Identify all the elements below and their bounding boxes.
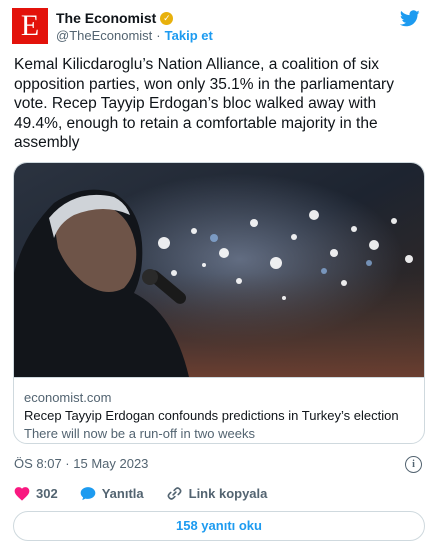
link-card-info: economist.com Recep Tayyip Erdogan confo… bbox=[14, 377, 424, 443]
link-card-title: Recep Tayyip Erdogan confounds predictio… bbox=[24, 408, 399, 423]
author-name-row: The Economist ✓ bbox=[56, 10, 174, 26]
copy-link-button[interactable]: Link kopyala bbox=[166, 486, 268, 501]
like-count: 302 bbox=[36, 486, 58, 501]
author-handle[interactable]: @TheEconomist bbox=[56, 28, 152, 43]
info-icon[interactable]: i bbox=[405, 456, 422, 473]
twitter-bird-icon[interactable] bbox=[400, 10, 420, 27]
tweet-text: Kemal Kilicdaroglu’s Nation Alliance, a … bbox=[14, 56, 394, 151]
reply-button[interactable]: Yanıtla bbox=[80, 486, 144, 501]
read-replies-button[interactable]: 158 yanıtı oku bbox=[13, 511, 425, 541]
separator: · bbox=[156, 28, 161, 43]
link-card-domain: economist.com bbox=[24, 390, 112, 405]
author-handle-row: @TheEconomist · Takip et bbox=[56, 28, 213, 43]
verified-badge-icon: ✓ bbox=[160, 11, 174, 25]
link-card-description: There will now be a run-off in two weeks bbox=[24, 426, 255, 441]
follow-button[interactable]: Takip et bbox=[165, 28, 213, 43]
reply-label: Yanıtla bbox=[101, 486, 144, 501]
link-card[interactable]: economist.com Recep Tayyip Erdogan confo… bbox=[13, 162, 425, 444]
article-photo bbox=[14, 163, 424, 377]
heart-icon bbox=[14, 487, 30, 501]
economist-logo[interactable]: E bbox=[12, 8, 48, 44]
reply-icon bbox=[80, 487, 96, 501]
tweet-actions: 302 Yanıtla Link kopyala bbox=[14, 486, 289, 501]
like-button[interactable]: 302 bbox=[14, 486, 58, 501]
tweet-timestamp[interactable]: ÖS 8:07 · 15 May 2023 bbox=[14, 456, 148, 471]
author-name[interactable]: The Economist bbox=[56, 10, 156, 26]
link-icon bbox=[167, 487, 182, 500]
tweet-embed: E The Economist ✓ @TheEconomist · Takip … bbox=[0, 0, 436, 544]
copy-link-label: Link kopyala bbox=[188, 486, 268, 501]
